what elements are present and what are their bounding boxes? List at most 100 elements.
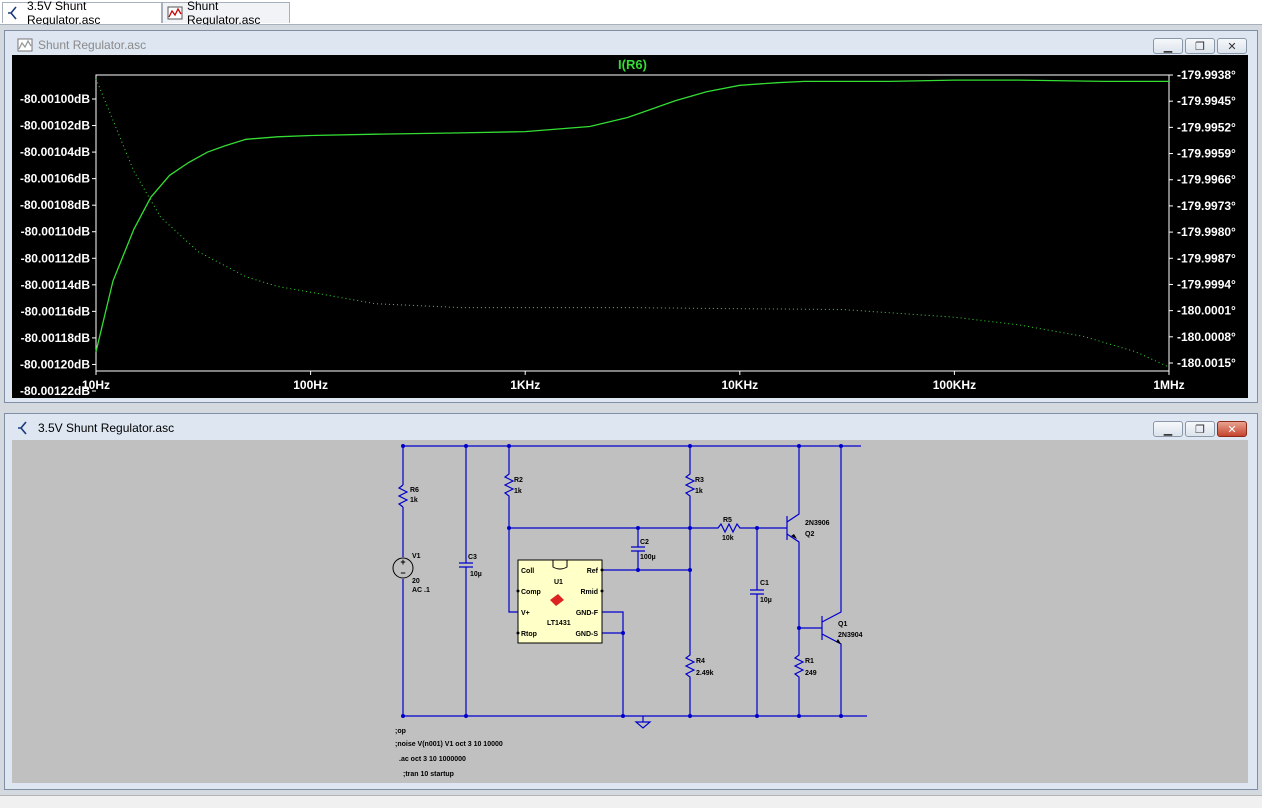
close-icon: ✕	[1227, 422, 1237, 436]
plot-frame	[95, 74, 1170, 372]
u1-pin-rmid: Rmid	[581, 589, 599, 596]
c2-value: 100µ	[640, 554, 656, 561]
y-right-tick-label: -179.9966°	[1177, 173, 1236, 187]
c3-name: C3	[468, 554, 477, 561]
schematic-canvas[interactable]: + − R6 1k V1 20 AC .1 C3 10µ R2 1k R3 1k…	[12, 440, 1248, 783]
r5-value: 10k	[722, 535, 734, 542]
tab-schematic[interactable]: 3.5V Shunt Regulator.asc	[2, 0, 162, 27]
v1-ac-value: AC .1	[412, 587, 430, 594]
status-bar	[0, 795, 1262, 808]
window-titlebar[interactable]: 3.5V Shunt Regulator.asc	[5, 414, 1257, 442]
y-right-tick-label: -179.9938°	[1177, 68, 1236, 82]
y-left-tick-label: -80.00114dB	[21, 278, 91, 292]
magnitude-trace	[95, 79, 1169, 352]
tab-label: 3.5V Shunt Regulator.asc	[27, 0, 101, 27]
v1-name: V1	[412, 553, 421, 560]
r6-value: 1k	[410, 497, 418, 504]
q2-model: 2N3906	[805, 520, 830, 527]
window-controls: ▁ ❐ ✕	[1153, 38, 1247, 54]
directive-ac[interactable]: .ac oct 3 10 1000000	[399, 756, 466, 763]
r6-name: R6	[410, 487, 419, 494]
document-tab-bar: 3.5V Shunt Regulator.asc Shunt Regulator…	[0, 0, 1262, 27]
directive-op[interactable]: ;op	[395, 728, 406, 735]
c1-name: C1	[760, 580, 769, 587]
u1-pin-ref: Ref	[587, 568, 599, 575]
r4-name: R4	[696, 658, 705, 665]
waveform-icon	[167, 5, 183, 21]
y-left-tick-label: -80.00106dB	[20, 172, 90, 186]
r1-value: 249	[805, 670, 817, 677]
directive-noise[interactable]: ;noise V(n001) V1 oct 3 10 10000	[395, 741, 503, 748]
phase-trace	[95, 78, 1170, 368]
restore-icon: ❐	[1195, 422, 1205, 436]
r1-name: R1	[805, 658, 814, 665]
y-right-tick-label: -179.9987°	[1177, 251, 1236, 265]
u1-pin-rtop: Rtop	[521, 631, 537, 638]
restore-button[interactable]: ❐	[1185, 38, 1215, 54]
directive-tran[interactable]: ;tran 10 startup	[403, 771, 454, 778]
tab-label: Shunt Regulator.asc	[187, 0, 261, 27]
minimize-button[interactable]: ▁	[1153, 421, 1183, 437]
minimize-button[interactable]: ▁	[1153, 38, 1183, 54]
c1-value: 10µ	[760, 597, 772, 604]
y-right-tick-label: -179.9994°	[1177, 277, 1236, 291]
y-left-tick-label: -80.00104dB	[20, 145, 90, 159]
r3-name: R3	[695, 477, 704, 484]
u1-pin-gnds: GND-S	[575, 631, 598, 638]
y-left-tick-label: -80.00112dB	[21, 251, 91, 265]
waveform-icon	[17, 37, 33, 53]
plot-pane[interactable]: I(R6) -80.00100dB -80.00102dB -80.00104dB -8…	[12, 55, 1248, 398]
y-left-tick-label: -80.00110dB	[21, 225, 91, 239]
r2-value: 1k	[514, 488, 522, 495]
u1-pin-comp: Comp	[521, 589, 541, 596]
minimize-icon: ▁	[1163, 39, 1173, 53]
r2-name: R2	[514, 477, 523, 484]
bode-plot: I(R6) -80.00100dB -80.00102dB -80.00104dB -8…	[20, 57, 1236, 398]
y-right-tick-label: -179.9973°	[1177, 199, 1236, 213]
tab-waveform[interactable]: Shunt Regulator.asc	[162, 0, 290, 27]
close-button[interactable]: ✕	[1217, 421, 1247, 437]
y-right-tick-label: -179.9980°	[1177, 225, 1236, 239]
r3-value: 1k	[695, 488, 703, 495]
u1-pin-vplus: V+	[521, 610, 530, 617]
y-left-tick-label: -80.00100dB	[20, 92, 90, 106]
q1-model: 2N3904	[838, 632, 863, 639]
y-left-tick-label: -80.00108dB	[20, 198, 90, 212]
close-icon: ✕	[1227, 39, 1237, 53]
c3-value: 10µ	[470, 571, 482, 578]
y-right-tick-label: -180.0015°	[1177, 356, 1236, 370]
restore-icon: ❐	[1195, 39, 1205, 53]
x-tick-label: 10KHz	[721, 378, 758, 392]
q2-name: Q2	[805, 531, 814, 538]
window-title: 3.5V Shunt Regulator.asc	[38, 421, 175, 435]
x-tick-label: 1MHz	[1153, 378, 1184, 392]
y-left-tick-label: -80.00122dB	[20, 384, 90, 398]
q1-name: Q1	[838, 621, 847, 628]
r5-name: R5	[723, 517, 732, 524]
u1-name: U1	[554, 579, 563, 586]
schematic-icon	[17, 420, 33, 436]
y-left-tick-label: -80.00118dB	[21, 331, 91, 345]
window-controls: ▁ ❐ ✕	[1153, 421, 1247, 437]
restore-button[interactable]: ❐	[1185, 421, 1215, 437]
schematic-icon	[7, 5, 23, 21]
y-left-tick-label: -80.00120dB	[20, 357, 90, 371]
schematic-drawing: + − R6 1k V1 20 AC .1 C3 10µ R2 1k R3 1k…	[392, 444, 867, 778]
x-tick-label: 10Hz	[82, 378, 110, 392]
x-tick-label: 1KHz	[510, 378, 540, 392]
x-tick-label: 100KHz	[933, 378, 976, 392]
window-title: Shunt Regulator.asc	[38, 38, 147, 52]
v1-value: 20	[412, 578, 420, 585]
u1-pin-gndf: GND-F	[576, 610, 599, 617]
plot-title: I(R6)	[618, 57, 647, 72]
close-button[interactable]: ✕	[1217, 38, 1247, 54]
y-right-tick-label: -179.9952°	[1177, 120, 1236, 134]
x-tick-label: 100Hz	[293, 378, 328, 392]
y-left-tick-label: -80.00116dB	[21, 304, 91, 318]
y-left-tick-label: -80.00102dB	[20, 119, 90, 133]
minimize-icon: ▁	[1163, 422, 1173, 436]
y-right-tick-label: -180.0001°	[1177, 304, 1236, 318]
v1-minus-sign: −	[400, 568, 405, 578]
r4-value: 2.49k	[696, 670, 714, 677]
u1-part: LT1431	[547, 620, 571, 627]
